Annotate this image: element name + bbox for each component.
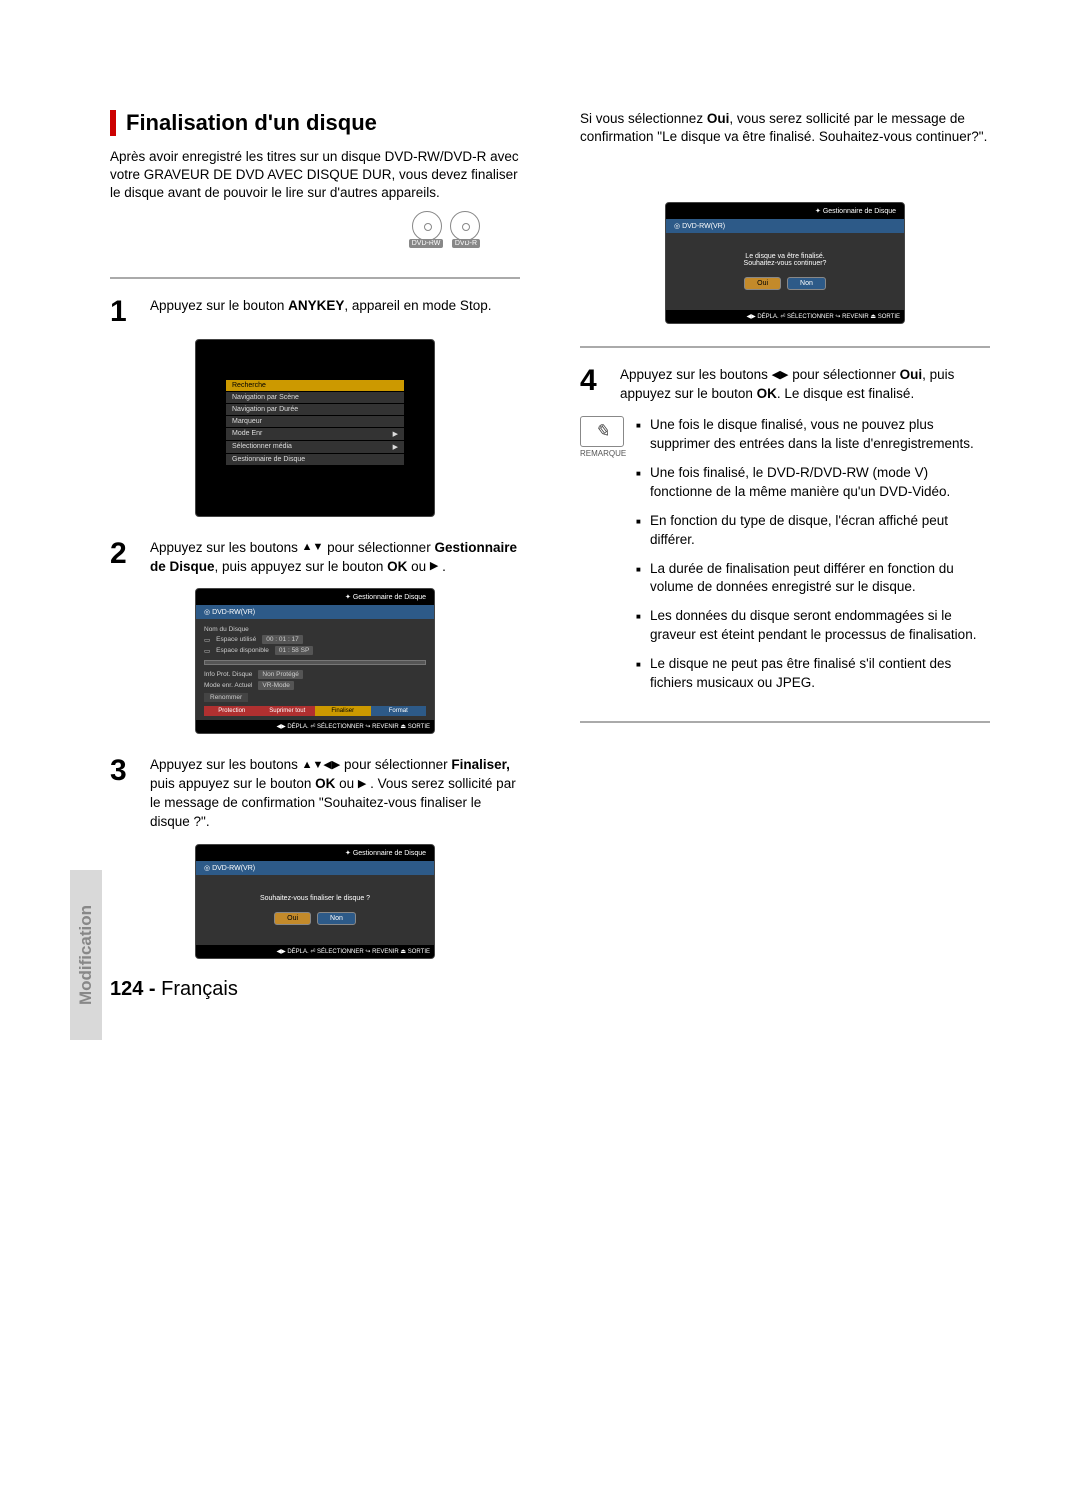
remark-block: ✎ REMARQUE Une fois le disque finalisé, … bbox=[580, 416, 990, 703]
osd-confirm-finalise: Gestionnaire de Disque ◎ DVD-RW(VR) Souh… bbox=[195, 844, 435, 959]
note-item: Le disque ne peut pas être finalisé s'il… bbox=[636, 655, 990, 693]
step-2: 2 Appuyez sur les boutons ▲▼ pour sélect… bbox=[110, 539, 520, 577]
note-icon: ✎ bbox=[580, 416, 624, 447]
step-3: 3 Appuyez sur les boutons ▲▼◀▶ pour séle… bbox=[110, 756, 520, 832]
step-1: 1 Appuyez sur le bouton ANYKEY, appareil… bbox=[110, 297, 520, 327]
menu-item: Gestionnaire de Disque bbox=[226, 454, 404, 465]
menu-item: Mode Enr▶ bbox=[226, 428, 404, 440]
menu-item: Recherche bbox=[226, 380, 404, 391]
osd-anykey-menu: Recherche Navigation par Scène Navigatio… bbox=[195, 339, 435, 517]
non-button: Non bbox=[787, 277, 826, 290]
menu-item: Sélectionner média▶ bbox=[226, 441, 404, 453]
osd-confirm-continue: Gestionnaire de Disque ◎ DVD-RW(VR) Le d… bbox=[665, 202, 905, 324]
note-item: Les données du disque seront endommagées… bbox=[636, 607, 990, 645]
section-title: Finalisation d'un disque bbox=[110, 110, 520, 136]
note-item: La durée de finalisation peut différer e… bbox=[636, 560, 990, 598]
menu-item: Navigation par Durée bbox=[226, 404, 404, 415]
right-intro: Si vous sélectionnez Oui, vous serez sol… bbox=[580, 110, 990, 146]
side-tab: Modification bbox=[70, 870, 102, 1040]
disc-icons bbox=[110, 211, 520, 241]
disc-r-icon bbox=[450, 211, 480, 241]
menu-item: Navigation par Scène bbox=[226, 392, 404, 403]
non-button: Non bbox=[317, 912, 356, 925]
intro-text: Après avoir enregistré les titres sur un… bbox=[110, 148, 520, 203]
note-item: En fonction du type de disque, l'écran a… bbox=[636, 512, 990, 550]
note-item: Une fois le disque finalisé, vous ne pou… bbox=[636, 416, 990, 454]
disc-rw-icon bbox=[412, 211, 442, 241]
osd-disc-manager: Gestionnaire de Disque ◎ DVD-RW(VR) Nom … bbox=[195, 588, 435, 734]
note-item: Une fois finalisé, le DVD-R/DVD-RW (mode… bbox=[636, 464, 990, 502]
step-4: 4 Appuyez sur les boutons ◀▶ pour sélect… bbox=[580, 366, 990, 404]
oui-button: Oui bbox=[274, 912, 311, 925]
menu-item: Marqueur bbox=[226, 416, 404, 427]
oui-button: Oui bbox=[744, 277, 781, 290]
page-footer: 124 - Français bbox=[110, 978, 238, 1001]
